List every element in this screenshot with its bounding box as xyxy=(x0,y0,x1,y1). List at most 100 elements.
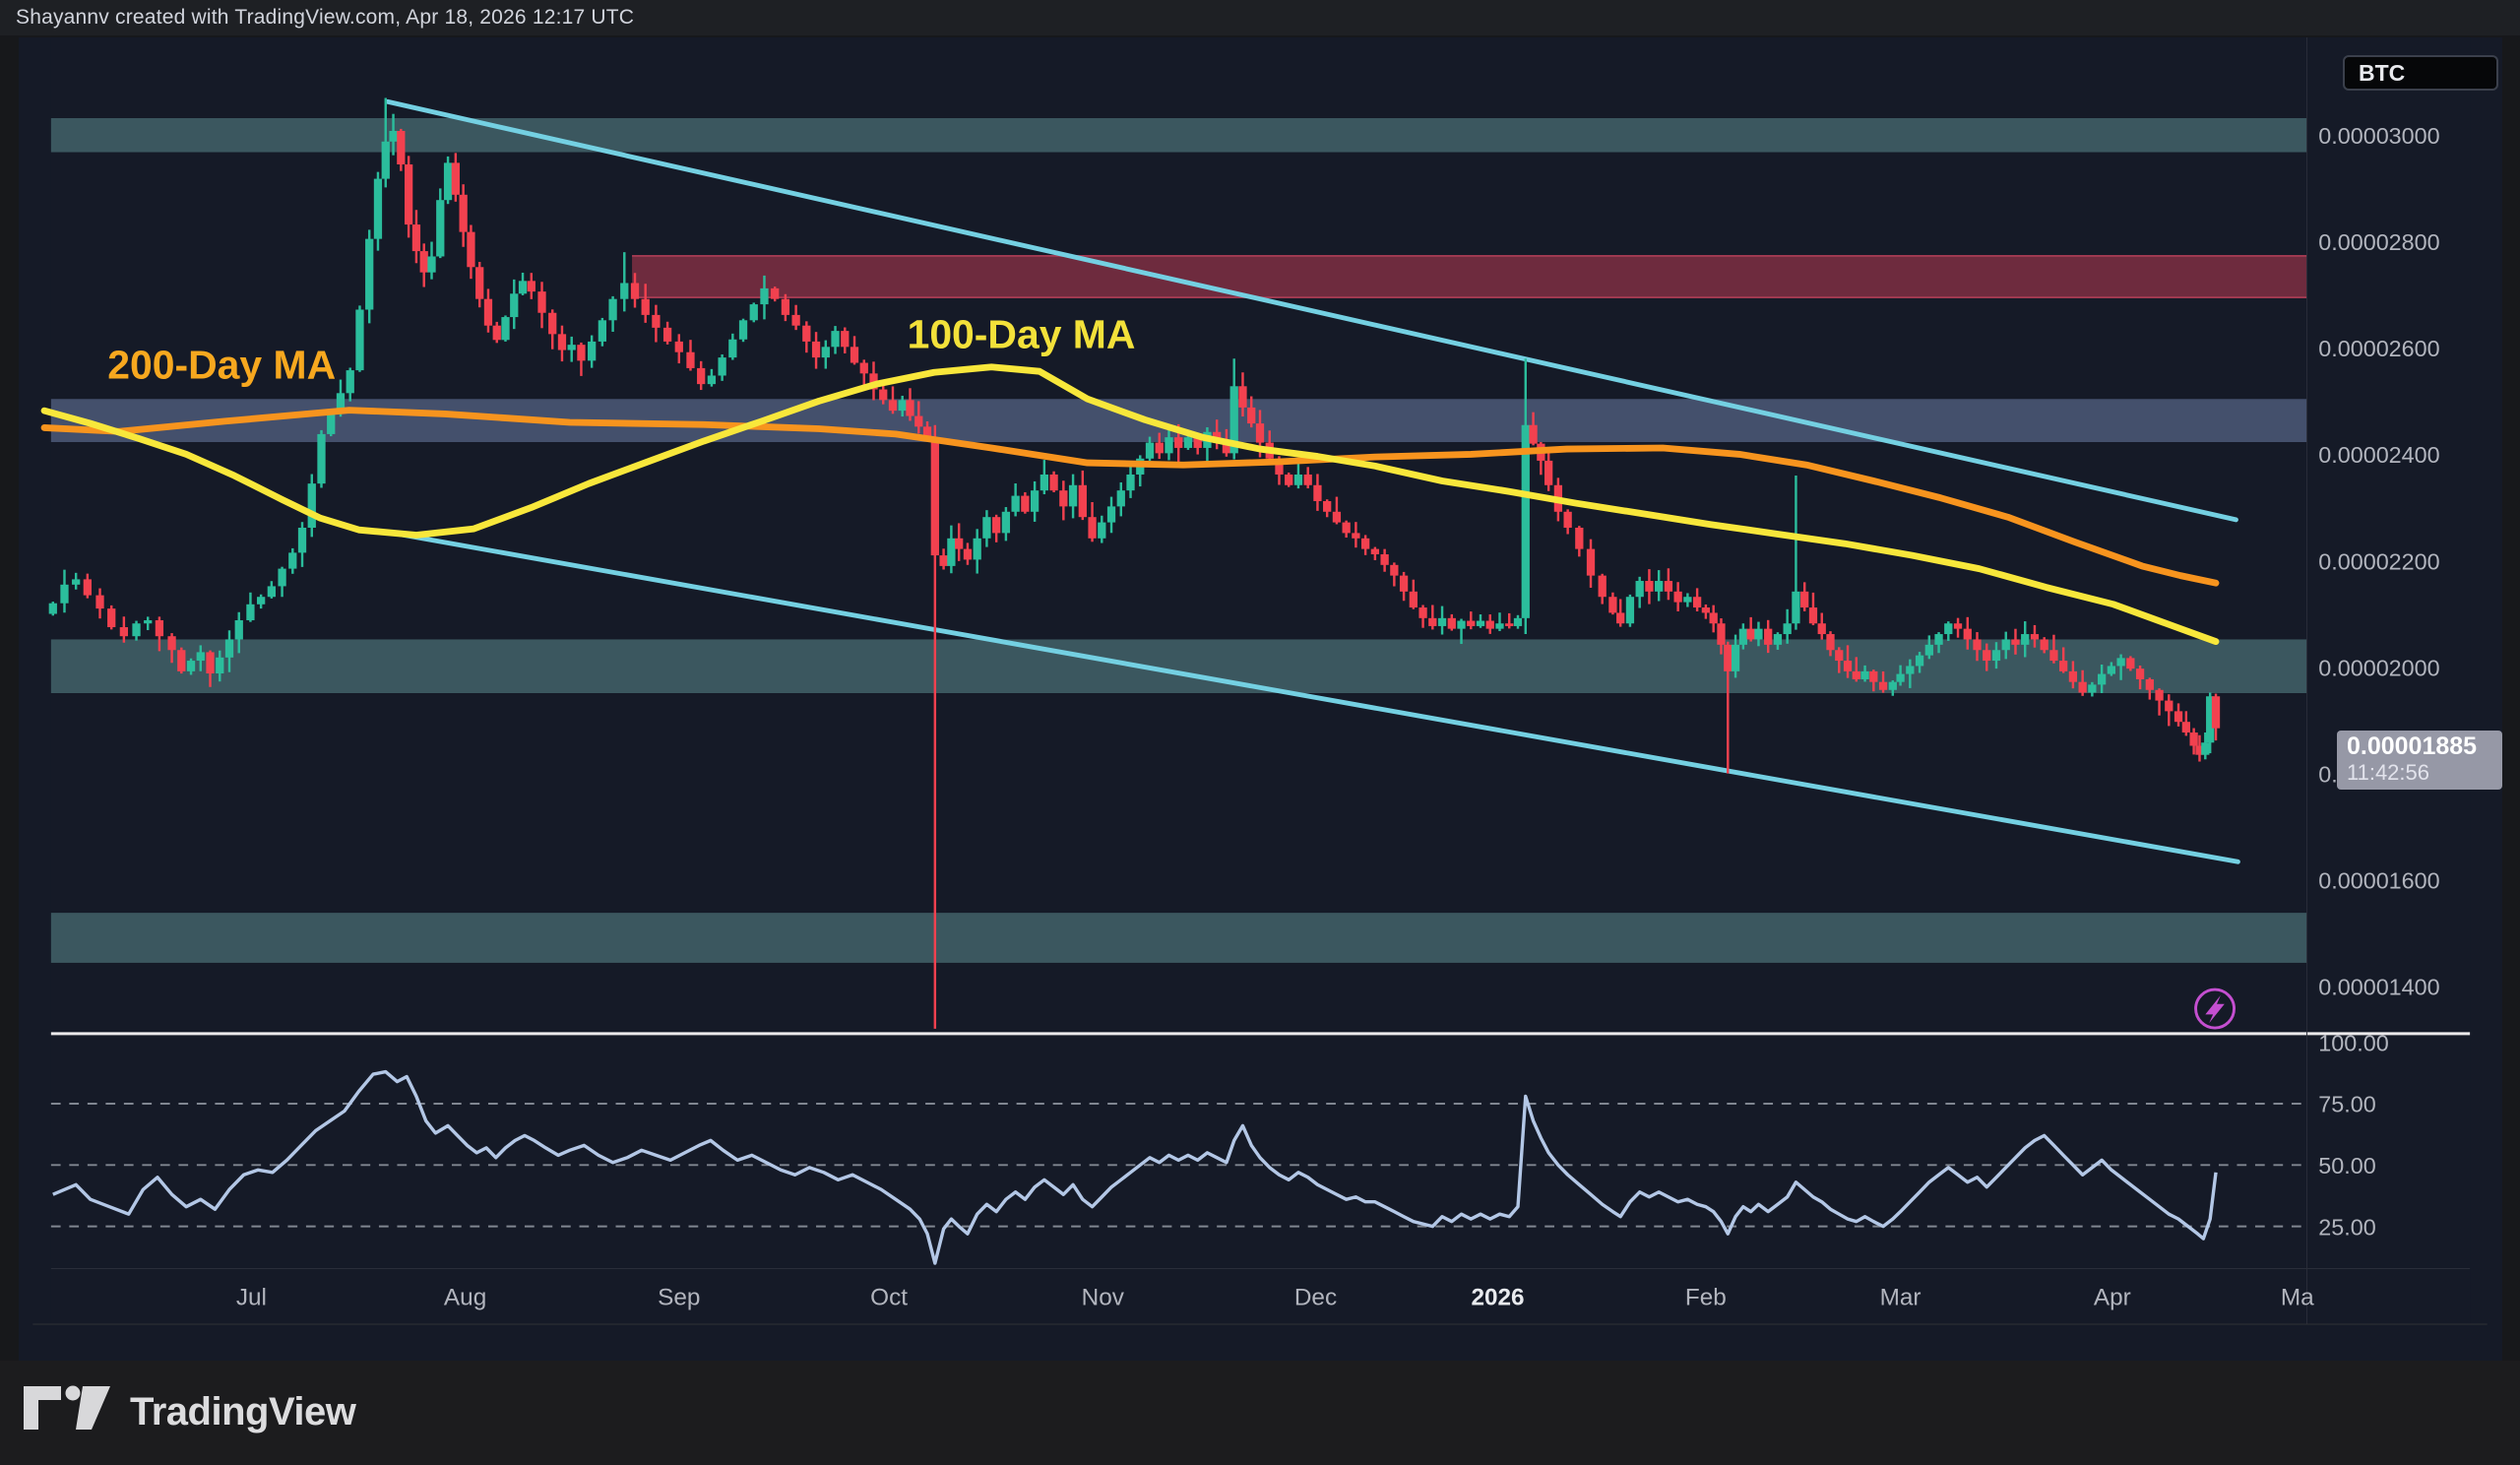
candle-body xyxy=(196,652,205,662)
candle-body xyxy=(83,579,92,596)
candle-body xyxy=(2097,673,2107,685)
candle-body xyxy=(1915,655,1924,667)
month-label-Aug: Aug xyxy=(444,1285,486,1311)
candle-body xyxy=(1285,474,1293,485)
candle-body xyxy=(1390,564,1399,576)
price-axis-label: 0.00003000 xyxy=(2318,123,2439,149)
zone-supply-zone xyxy=(632,255,2307,298)
candle-body xyxy=(527,281,536,292)
candle-body xyxy=(608,298,617,321)
rsi-axis-label: 25.00 xyxy=(2318,1214,2375,1240)
candle-body xyxy=(1255,423,1265,443)
candle-body xyxy=(288,552,297,569)
candle-body xyxy=(2174,711,2183,723)
candle-body xyxy=(475,267,484,299)
price-chart-canvas[interactable]: 200-Day MA 100-Day MA 0.00003000 0.00002800… xyxy=(0,35,2520,1361)
candle-body xyxy=(802,325,811,342)
candle-body xyxy=(707,375,717,385)
candle-body xyxy=(1586,548,1596,576)
candle-body xyxy=(982,517,991,539)
candle-body xyxy=(728,339,737,358)
ma-label-100: 100-Day MA xyxy=(908,312,1136,357)
candle-body xyxy=(510,293,519,318)
candle-body xyxy=(831,331,840,348)
footer-bar: TradingView xyxy=(0,1361,2520,1465)
candle-body xyxy=(373,178,383,239)
rsi-pane[interactable] xyxy=(50,1033,2307,1269)
candle-body xyxy=(1001,511,1011,534)
candle-body xyxy=(1717,623,1726,645)
candle-body xyxy=(1323,500,1332,512)
candle-body xyxy=(1817,623,1826,635)
candle-body xyxy=(1467,620,1476,626)
candle-body xyxy=(859,362,868,374)
candle-body xyxy=(1145,442,1155,459)
candle-body xyxy=(947,538,956,566)
candle-body xyxy=(1991,650,2001,662)
candle-body xyxy=(652,314,661,328)
candle-body xyxy=(459,194,468,232)
month-label-Feb: Feb xyxy=(1685,1285,1727,1311)
candle-body xyxy=(1447,617,1456,629)
candle-body xyxy=(1399,575,1409,592)
candle-body xyxy=(397,130,406,165)
candle-body xyxy=(1238,386,1247,408)
price-axis-label: 0.00002400 xyxy=(2318,442,2439,468)
chart-widget: 200-Day MA 100-Day MA 0.00003000 0.00002800… xyxy=(0,35,2520,1394)
candle-body xyxy=(598,320,607,342)
candle-body xyxy=(1098,522,1106,539)
tradingview-logo[interactable]: TradingView xyxy=(22,1382,356,1441)
candle-body xyxy=(2126,658,2135,669)
candle-body xyxy=(2211,696,2221,729)
month-label-Ma: Ma xyxy=(2281,1285,2314,1311)
candle-body xyxy=(307,483,316,528)
candle-body xyxy=(588,341,597,361)
candle-body xyxy=(973,538,981,560)
candle-body xyxy=(1664,581,1673,592)
candle-body xyxy=(1826,634,1835,651)
candle-body xyxy=(1352,533,1360,539)
candle-body xyxy=(1783,623,1792,635)
candle-body xyxy=(1078,484,1087,518)
current-price-badge: 0.00001885 11:42:56 xyxy=(2337,731,2502,790)
month-label-2026: 2026 xyxy=(1471,1285,1524,1311)
candle-body xyxy=(2201,742,2210,755)
price-axis-label: 0.00002600 xyxy=(2318,336,2439,361)
candle-body xyxy=(389,130,398,142)
candle-body xyxy=(1409,591,1418,608)
candle-body xyxy=(1701,607,1711,613)
candle-body xyxy=(1040,474,1049,491)
candle-body xyxy=(132,623,141,637)
candle-body xyxy=(1953,623,1963,629)
candle-body xyxy=(1049,474,1058,491)
symbol-button[interactable]: BTC xyxy=(2343,55,2498,91)
candle-body xyxy=(443,162,453,201)
candle-body xyxy=(1888,681,1897,690)
candle-body xyxy=(1709,612,1718,624)
candle-body xyxy=(60,584,69,604)
candle-body xyxy=(1973,639,1982,651)
candle-body xyxy=(1544,460,1553,485)
price-axis-label: 0.00002000 xyxy=(2318,655,2439,680)
candle-body xyxy=(234,619,243,640)
candle-body xyxy=(1505,623,1514,626)
candle-body xyxy=(1792,591,1800,624)
candle-body xyxy=(1126,474,1135,491)
candle-body xyxy=(1673,591,1682,603)
price-axis-labels: 0.00003000 0.00002800 0.00002600 0.00002400… xyxy=(2318,123,2439,999)
tradingview-logo-text: TradingView xyxy=(130,1389,356,1433)
candle-body xyxy=(1683,597,1692,603)
candle-body xyxy=(2030,634,2040,640)
candle-body xyxy=(718,357,726,376)
candle-body xyxy=(955,538,964,549)
ma-label-200: 200-Day MA xyxy=(107,343,336,388)
candle-body xyxy=(1293,474,1303,485)
candle-body xyxy=(548,312,557,335)
candle-body xyxy=(674,341,683,352)
candle-body xyxy=(738,320,748,340)
price-axis-label: 0.00001600 xyxy=(2318,867,2439,893)
candle-body xyxy=(518,281,528,294)
candle-body xyxy=(1852,670,1860,679)
candle-body xyxy=(2049,650,2058,662)
candle-body xyxy=(850,347,859,363)
